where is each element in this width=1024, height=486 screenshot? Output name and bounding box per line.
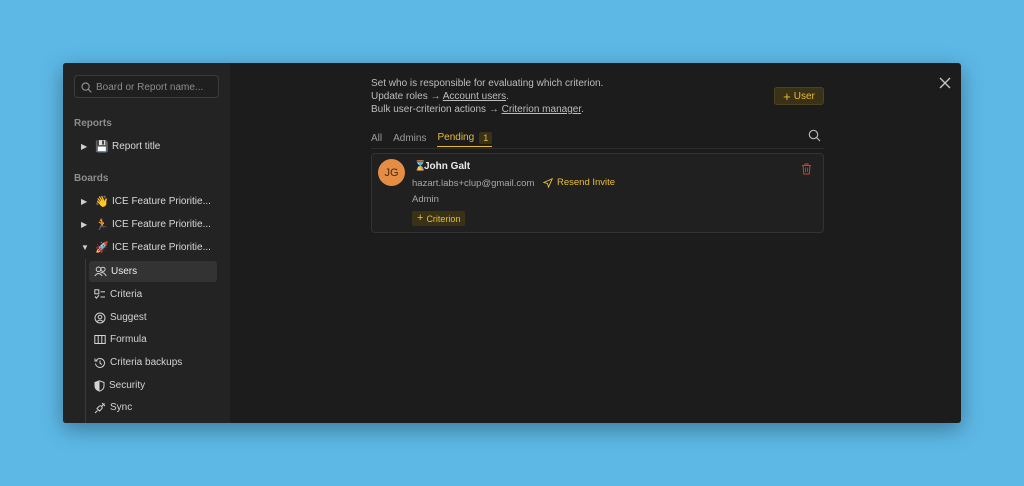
board-label: ICE Feature Prioritie... <box>112 241 211 253</box>
user-name: John Galt <box>424 161 471 172</box>
sidebar-item-label: Users <box>111 266 138 277</box>
board-label: ICE Feature Prioritie... <box>112 218 211 230</box>
send-icon <box>543 177 553 188</box>
user-filter-tabs: All Admins Pending 1 <box>371 129 503 149</box>
add-user-label: User <box>793 90 815 102</box>
board-search[interactable] <box>74 75 219 98</box>
account-users-link[interactable]: Account users <box>443 91 506 102</box>
sidebar-item-users[interactable]: Users <box>89 261 217 282</box>
caret-right-icon[interactable]: ▶ <box>81 220 91 229</box>
info-line-2: Update roles → Account users. <box>371 90 603 103</box>
sidebar-item-sync[interactable]: Sync <box>89 397 217 418</box>
add-criterion-label: Criterion <box>426 213 461 224</box>
close-icon[interactable] <box>937 75 953 91</box>
formula-icon <box>94 335 106 344</box>
report-title-label: Report title <box>112 140 161 152</box>
caret-right-icon[interactable]: ▶ <box>81 197 91 206</box>
report-item[interactable]: ▶ 💾 Report title <box>81 137 221 155</box>
search-icon[interactable] <box>808 129 821 142</box>
board-search-input[interactable] <box>96 79 214 95</box>
sidebar-item-label: Criteria <box>110 289 143 300</box>
sidebar-item-label: Security <box>109 380 146 391</box>
sidebar-item-security[interactable]: Security <box>89 375 217 396</box>
trash-icon[interactable] <box>801 163 812 175</box>
resend-invite-label: Resend Invite <box>557 177 616 188</box>
info-line-2-prefix: Update roles → <box>371 91 443 102</box>
resend-invite-button[interactable]: Resend Invite <box>543 177 615 188</box>
tabs-divider <box>371 148 824 149</box>
shield-icon <box>94 379 105 392</box>
plug-icon <box>94 402 106 413</box>
plus-icon: + <box>417 212 424 224</box>
sidebar-item-formula[interactable]: Formula <box>89 329 217 350</box>
runner-emoji-icon: 🏃 <box>95 218 109 231</box>
caret-down-icon[interactable]: ▼ <box>81 243 91 252</box>
board-item[interactable]: ▶ 👋 ICE Feature Prioritie... <box>81 192 221 210</box>
sidebar-item-criteria[interactable]: Criteria <box>89 284 217 305</box>
info-text: Set who is responsible for evaluating wh… <box>371 77 603 116</box>
modal-window: Reports ▶ 💾 Report title Boards ▶ 👋 ICE … <box>63 63 961 423</box>
board-item[interactable]: ▶ 🏃 ICE Feature Prioritie... <box>81 215 221 233</box>
caret-right-icon[interactable]: ▶ <box>81 142 91 151</box>
avatar: JG <box>378 159 405 186</box>
user-email: hazart.labs+clup@gmail.com <box>412 178 535 189</box>
search-icon <box>81 82 92 93</box>
board-label: ICE Feature Prioritie... <box>112 195 211 207</box>
sidebar-item-label: Criteria backups <box>110 357 183 368</box>
plus-icon: + <box>783 88 791 104</box>
tab-label: Pending <box>437 132 475 143</box>
rocket-emoji-icon: 🚀 <box>95 241 109 254</box>
reports-section-title: Reports <box>74 118 112 129</box>
subnav-guide-line <box>85 259 86 423</box>
tab-label: All <box>371 132 383 144</box>
boards-section-title: Boards <box>74 173 109 184</box>
add-criterion-button[interactable]: + Criterion <box>412 211 466 226</box>
wave-emoji-icon: 👋 <box>95 195 109 208</box>
info-line-3: Bulk user-criterion actions → Criterion … <box>371 103 603 116</box>
sidebar-item-criteria-backups[interactable]: Criteria backups <box>89 352 217 373</box>
info-line-2-period: . <box>506 91 509 102</box>
tab-pending[interactable]: Pending 1 <box>437 129 493 147</box>
main-panel: Set who is responsible for evaluating wh… <box>230 63 961 423</box>
tab-label: Admins <box>393 132 427 144</box>
criteria-icon <box>94 289 105 299</box>
criterion-manager-link[interactable]: Criterion manager <box>502 104 581 115</box>
info-line-1: Set who is responsible for evaluating wh… <box>371 78 604 89</box>
user-role: Admin <box>412 194 439 205</box>
info-line-3-period: . <box>581 104 584 115</box>
sidebar-item-suggest[interactable]: Suggest <box>89 307 217 328</box>
pending-count-badge: 1 <box>479 131 493 144</box>
sidebar: Reports ▶ 💾 Report title Boards ▶ 👋 ICE … <box>63 63 230 423</box>
user-card: JG ⌛ John Galt hazart.labs+clup@gmail.co… <box>371 153 824 233</box>
tab-admins[interactable]: Admins <box>393 129 426 147</box>
sidebar-item-label: Sync <box>110 402 133 413</box>
add-user-button[interactable]: + User <box>774 87 824 105</box>
board-item-expanded[interactable]: ▼ 🚀 ICE Feature Prioritie... <box>81 238 221 256</box>
sidebar-item-label: Formula <box>110 334 147 345</box>
tab-all[interactable]: All <box>371 129 382 147</box>
sidebar-item-label: Suggest <box>110 312 147 323</box>
suggest-icon <box>94 312 106 323</box>
floppy-emoji-icon: 💾 <box>95 140 109 153</box>
users-icon <box>94 266 107 277</box>
history-icon <box>94 357 105 368</box>
info-line-3-prefix: Bulk user-criterion actions → <box>371 104 502 115</box>
